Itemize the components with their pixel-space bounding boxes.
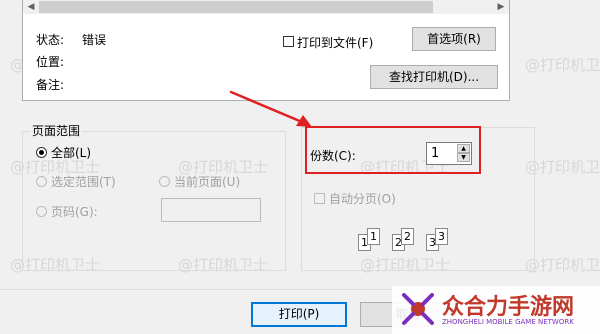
comment-label: 备注: [36,78,65,92]
status-value: 错误 [82,33,107,47]
radio-pages[interactable] [36,206,47,217]
find-printer-button[interactable]: 查找打印机(D)... [370,65,498,89]
logo-name: 众合力手游网 [442,295,575,320]
spin-up-icon[interactable]: ▲ [457,144,470,153]
copies-input[interactable]: 1 ▲ ▼ [426,142,472,165]
radio-selection-label[interactable]: 选定范围(T) [51,173,116,190]
print-button[interactable]: 打印(P) [251,302,347,327]
collate-illustration: 1 1 2 2 3 3 [358,222,458,254]
collate-label[interactable]: 自动分页(O) [329,190,396,207]
watermark: @打印机卫士 [525,256,600,274]
watermark: @打印机卫士 [525,56,600,74]
radio-current-page[interactable] [159,176,170,187]
radio-all[interactable] [36,147,47,158]
radio-current-page-label[interactable]: 当前页面(U) [174,173,240,190]
site-logo: 众合力手游网 ZHONGHELI MOBILE GAME NETWORK [392,286,600,334]
scroll-right-icon[interactable]: ▶ [493,0,509,14]
collate-page-icon: 2 [401,228,414,245]
print-to-file-label[interactable]: 打印到文件(F) [297,34,373,51]
scroll-left-icon[interactable]: ◀ [23,0,39,14]
horizontal-scrollbar[interactable]: ◀ ▶ [23,0,509,14]
radio-all-label[interactable]: 全部(L) [51,144,91,161]
location-label: 位置: [36,55,65,69]
watermark: @打印机卫士 [525,158,600,176]
page-range-title: 页面范围 [30,122,83,139]
scrollbar-thumb[interactable] [39,1,433,13]
pages-input[interactable] [161,198,261,222]
collate-page-icon: 3 [435,228,448,245]
status-label: 状态: [36,33,65,47]
logo-mark-icon [402,293,434,325]
collate-checkbox[interactable] [314,193,325,204]
preferences-button[interactable]: 首选项(R) [412,27,496,51]
radio-selection[interactable] [36,176,47,187]
print-to-file-checkbox[interactable] [283,36,294,47]
annotation-arrow-icon [229,90,312,127]
collate-page-icon: 1 [367,228,380,245]
copies-label: 份数(C): [310,149,356,163]
logo-tagline: ZHONGHELI MOBILE GAME NETWORK [442,318,574,326]
copies-value[interactable]: 1 [431,146,439,161]
radio-pages-label[interactable]: 页码(G): [51,203,98,220]
spin-down-icon[interactable]: ▼ [457,153,470,162]
